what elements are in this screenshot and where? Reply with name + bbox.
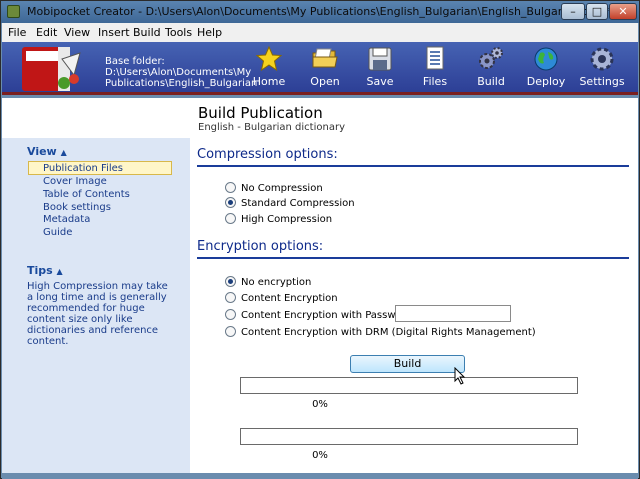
sidebar-view-title-text: View [27,145,57,158]
bottom-border [2,473,638,479]
star-icon [255,45,283,72]
window-title: Mobipocket Creator - D:\Users\Alon\Docum… [27,5,610,18]
radio-no-encryption[interactable]: No encryption [225,276,311,288]
page-header: Build Publication English - Bulgarian di… [2,98,638,138]
radio-content-encryption-drm[interactable]: Content Encryption with DRM (Digital Rig… [225,326,536,338]
menu-insert[interactable]: Insert [98,26,130,39]
radio-circle[interactable] [225,326,236,337]
radio-circle-selected[interactable] [225,276,236,287]
open-button[interactable]: Open [301,45,349,91]
app-window: Mobipocket Creator - D:\Users\Alon\Docum… [0,0,640,479]
sidebar-item-guide[interactable]: Guide [43,227,72,238]
folder-open-icon [312,48,338,68]
radio-high-compression-label: High Compression [241,214,333,225]
save-button[interactable]: Save [356,45,404,91]
app-icon [7,5,20,18]
radio-high-compression[interactable]: High Compression [225,213,332,225]
open-label: Open [310,75,340,88]
radio-circle[interactable] [225,292,236,303]
radio-circle-selected[interactable] [225,197,236,208]
files-label: Files [422,75,448,88]
sidebar-item-metadata[interactable]: Metadata [43,214,90,225]
menu-bar: File Edit View Insert Build Tools Help [2,23,638,42]
base-folder-path-line2: Publications\English_Bulgarian [105,78,258,89]
sidebar-tips-title-text: Tips [27,264,53,277]
encryption-divider [197,257,629,259]
maximize-button[interactable]: □ [586,3,608,20]
radio-content-encryption-label: Content Encryption [241,293,338,304]
compression-options-heading: Compression options: [197,147,338,162]
progress-bar-1 [240,377,578,394]
sidebar-item-table-of-contents[interactable]: Table of Contents [43,189,130,200]
close-button[interactable]: ✕ [609,3,637,20]
menu-edit[interactable]: Edit [36,26,57,39]
encryption-options-heading: Encryption options: [197,239,324,254]
sidebar-view-title[interactable]: View ▲ [27,145,67,158]
radio-content-encryption-password[interactable]: Content Encryption with Password : [225,309,418,321]
page-title: Build Publication [198,104,323,122]
home-button[interactable]: Home [245,45,293,91]
settings-gear-icon [590,47,614,71]
settings-label: Settings [579,75,625,88]
sidebar-item-cover-image[interactable]: Cover Image [43,176,107,187]
radio-content-encryption[interactable]: Content Encryption [225,292,338,304]
progress-2-percent: 0% [312,450,328,461]
files-button[interactable]: Files [411,45,459,91]
radio-no-encryption-label: No encryption [241,277,312,288]
menu-build[interactable]: Build [133,26,161,39]
sidebar-item-publication-files[interactable]: Publication Files [43,163,123,174]
radio-circle[interactable] [225,309,236,320]
settings-button[interactable]: Settings [578,45,626,91]
menu-help[interactable]: Help [197,26,222,39]
base-folder-path-line1: D:\Users\Alon\Documents\My [105,67,252,78]
menu-file[interactable]: File [8,26,26,39]
deploy-label: Deploy [526,75,566,88]
progress-1-percent: 0% [312,399,328,410]
base-folder-label: Base folder: [105,56,165,67]
radio-content-encryption-password-label: Content Encryption with Password : [241,310,419,321]
deploy-button[interactable]: Deploy [522,45,570,91]
sidebar-item-book-settings[interactable]: Book settings [43,202,111,213]
chevron-up-icon: ▲ [56,267,63,276]
sidebar-tips-title[interactable]: Tips ▲ [27,264,63,277]
progress-bar-2 [240,428,578,445]
build-button[interactable]: Build [350,355,465,373]
radio-no-compression[interactable]: No Compression [225,182,323,194]
radio-no-compression-label: No Compression [241,183,323,194]
page-subtitle: English - Bulgarian dictionary [198,122,345,133]
compression-divider [197,165,629,167]
radio-content-encryption-drm-label: Content Encryption with DRM (Digital Rig… [241,327,536,338]
radio-standard-compression[interactable]: Standard Compression [225,197,355,209]
build-toolbar-button[interactable]: Build [467,45,515,91]
radio-standard-compression-label: Standard Compression [241,198,355,209]
base-folder-info: Base folder: D:\Users\Alon\Documents\My … [105,56,257,89]
floppy-disk-icon [368,47,392,71]
mouse-cursor-icon [454,367,466,385]
build-toolbar-label: Build [477,75,505,88]
gears-icon [479,47,503,69]
menu-tools[interactable]: Tools [165,26,192,39]
menu-view[interactable]: View [64,26,90,39]
password-input[interactable] [395,305,511,322]
tips-text: High Compression may take a long time an… [27,281,168,347]
home-label: Home [252,75,286,88]
mobipocket-book-logo-icon [22,47,81,91]
files-icon [426,46,444,70]
title-bar[interactable]: Mobipocket Creator - D:\Users\Alon\Docum… [1,1,639,23]
radio-circle[interactable] [225,213,236,224]
radio-circle[interactable] [225,182,236,193]
minimize-button[interactable]: – [561,3,585,20]
toolbar: Base folder: D:\Users\Alon\Documents\My … [2,42,638,95]
globe-icon [534,47,558,71]
save-label: Save [366,75,394,88]
chevron-up-icon: ▲ [60,148,67,157]
